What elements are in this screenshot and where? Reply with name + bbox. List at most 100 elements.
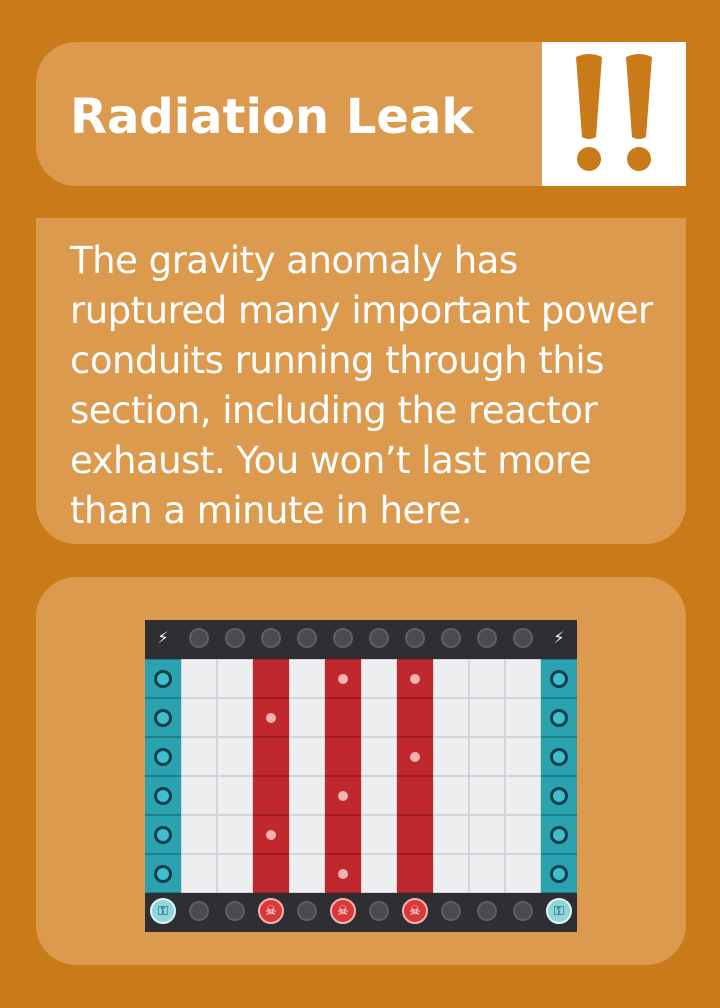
floor-cell	[469, 659, 505, 698]
edge-cell: ⚿	[541, 893, 577, 932]
radiation-cell	[325, 659, 361, 698]
bolt-icon	[189, 628, 209, 648]
bolt-icon	[441, 628, 461, 648]
floor-cell	[505, 815, 541, 854]
floor-cell	[361, 659, 397, 698]
floor-cell	[433, 776, 469, 815]
radiation-cell	[325, 854, 361, 893]
edge-cell: ☠	[325, 893, 361, 932]
floor-cell	[217, 737, 253, 776]
radiation-cell	[397, 659, 433, 698]
floor-cell	[361, 698, 397, 737]
bolt-icon	[225, 901, 245, 921]
generator-icon: ⚡	[553, 628, 565, 647]
bolt-icon	[369, 901, 389, 921]
port-ring-icon	[550, 748, 568, 766]
edge-cell	[289, 893, 325, 932]
radiation-cell	[397, 698, 433, 737]
radiation-marker	[338, 674, 348, 684]
bolt-icon	[477, 628, 497, 648]
radiation-marker	[266, 713, 276, 723]
radiation-cell	[253, 854, 289, 893]
floor-cell	[433, 698, 469, 737]
floor-cell	[181, 737, 217, 776]
edge-cell	[505, 893, 541, 932]
port-ring-icon	[550, 670, 568, 688]
radiation-cell	[325, 737, 361, 776]
floor-cell	[469, 698, 505, 737]
floor-cell	[433, 854, 469, 893]
floor-cell	[469, 854, 505, 893]
radiation-marker	[410, 752, 420, 762]
radiation-cell	[397, 854, 433, 893]
port-cell	[541, 815, 577, 854]
radiation-marker	[266, 830, 276, 840]
radiation-cell	[253, 815, 289, 854]
radiation-cell	[325, 776, 361, 815]
port-cell	[145, 659, 181, 698]
edge-cell	[469, 893, 505, 932]
map-panel: ⚡ ⚡ ⚿ ☠ ☠ ☠ ⚿	[36, 577, 686, 965]
port-cell	[541, 737, 577, 776]
radiation-cell	[253, 776, 289, 815]
title-banner: Radiation Leak	[36, 42, 542, 186]
floor-cell	[181, 854, 217, 893]
port-cell	[541, 776, 577, 815]
bolt-icon	[369, 628, 389, 648]
edge-cell	[181, 893, 217, 932]
edge-cell	[505, 620, 541, 659]
port-cell	[145, 776, 181, 815]
radiation-cell	[397, 776, 433, 815]
floor-cell	[505, 698, 541, 737]
port-ring-icon	[154, 865, 172, 883]
floor-cell	[505, 776, 541, 815]
radiation-cell	[325, 698, 361, 737]
lock-icon: ⚿	[546, 898, 572, 924]
bolt-icon	[513, 901, 533, 921]
radiation-cell	[397, 737, 433, 776]
lock-icon: ⚿	[150, 898, 176, 924]
floor-cell	[289, 815, 325, 854]
edge-cell	[217, 620, 253, 659]
edge-cell	[217, 893, 253, 932]
floor-cell	[181, 815, 217, 854]
port-ring-icon	[154, 826, 172, 844]
radiation-cell	[325, 815, 361, 854]
card-title: Radiation Leak	[70, 89, 474, 145]
edge-cell	[397, 620, 433, 659]
floor-cell	[433, 815, 469, 854]
edge-cell: ☠	[397, 893, 433, 932]
edge-cell	[361, 620, 397, 659]
floor-cell	[289, 659, 325, 698]
bolt-icon	[297, 628, 317, 648]
port-ring-icon	[154, 709, 172, 727]
floor-cell	[361, 854, 397, 893]
floor-cell	[361, 815, 397, 854]
edge-cell	[433, 620, 469, 659]
bolt-icon	[225, 628, 245, 648]
port-cell	[145, 698, 181, 737]
edge-cell: ⚡	[145, 620, 181, 659]
double-exclamation-icon	[576, 54, 652, 171]
port-ring-icon	[154, 787, 172, 805]
edge-cell	[181, 620, 217, 659]
bolt-icon	[441, 901, 461, 921]
skull-icon: ☠	[402, 898, 428, 924]
radiation-marker	[410, 674, 420, 684]
bolt-icon	[261, 628, 281, 648]
alert-badge	[542, 42, 686, 186]
floor-cell	[505, 854, 541, 893]
edge-cell	[289, 620, 325, 659]
port-cell	[145, 854, 181, 893]
floor-cell	[181, 776, 217, 815]
description-panel: The gravity anomaly has ruptured many im…	[36, 218, 686, 544]
radiation-cell	[397, 815, 433, 854]
floor-cell	[289, 698, 325, 737]
port-cell	[145, 815, 181, 854]
floor-cell	[469, 776, 505, 815]
floor-cell	[433, 737, 469, 776]
port-cell	[541, 698, 577, 737]
floor-cell	[505, 737, 541, 776]
generator-icon: ⚡	[157, 628, 169, 647]
floor-cell	[361, 776, 397, 815]
